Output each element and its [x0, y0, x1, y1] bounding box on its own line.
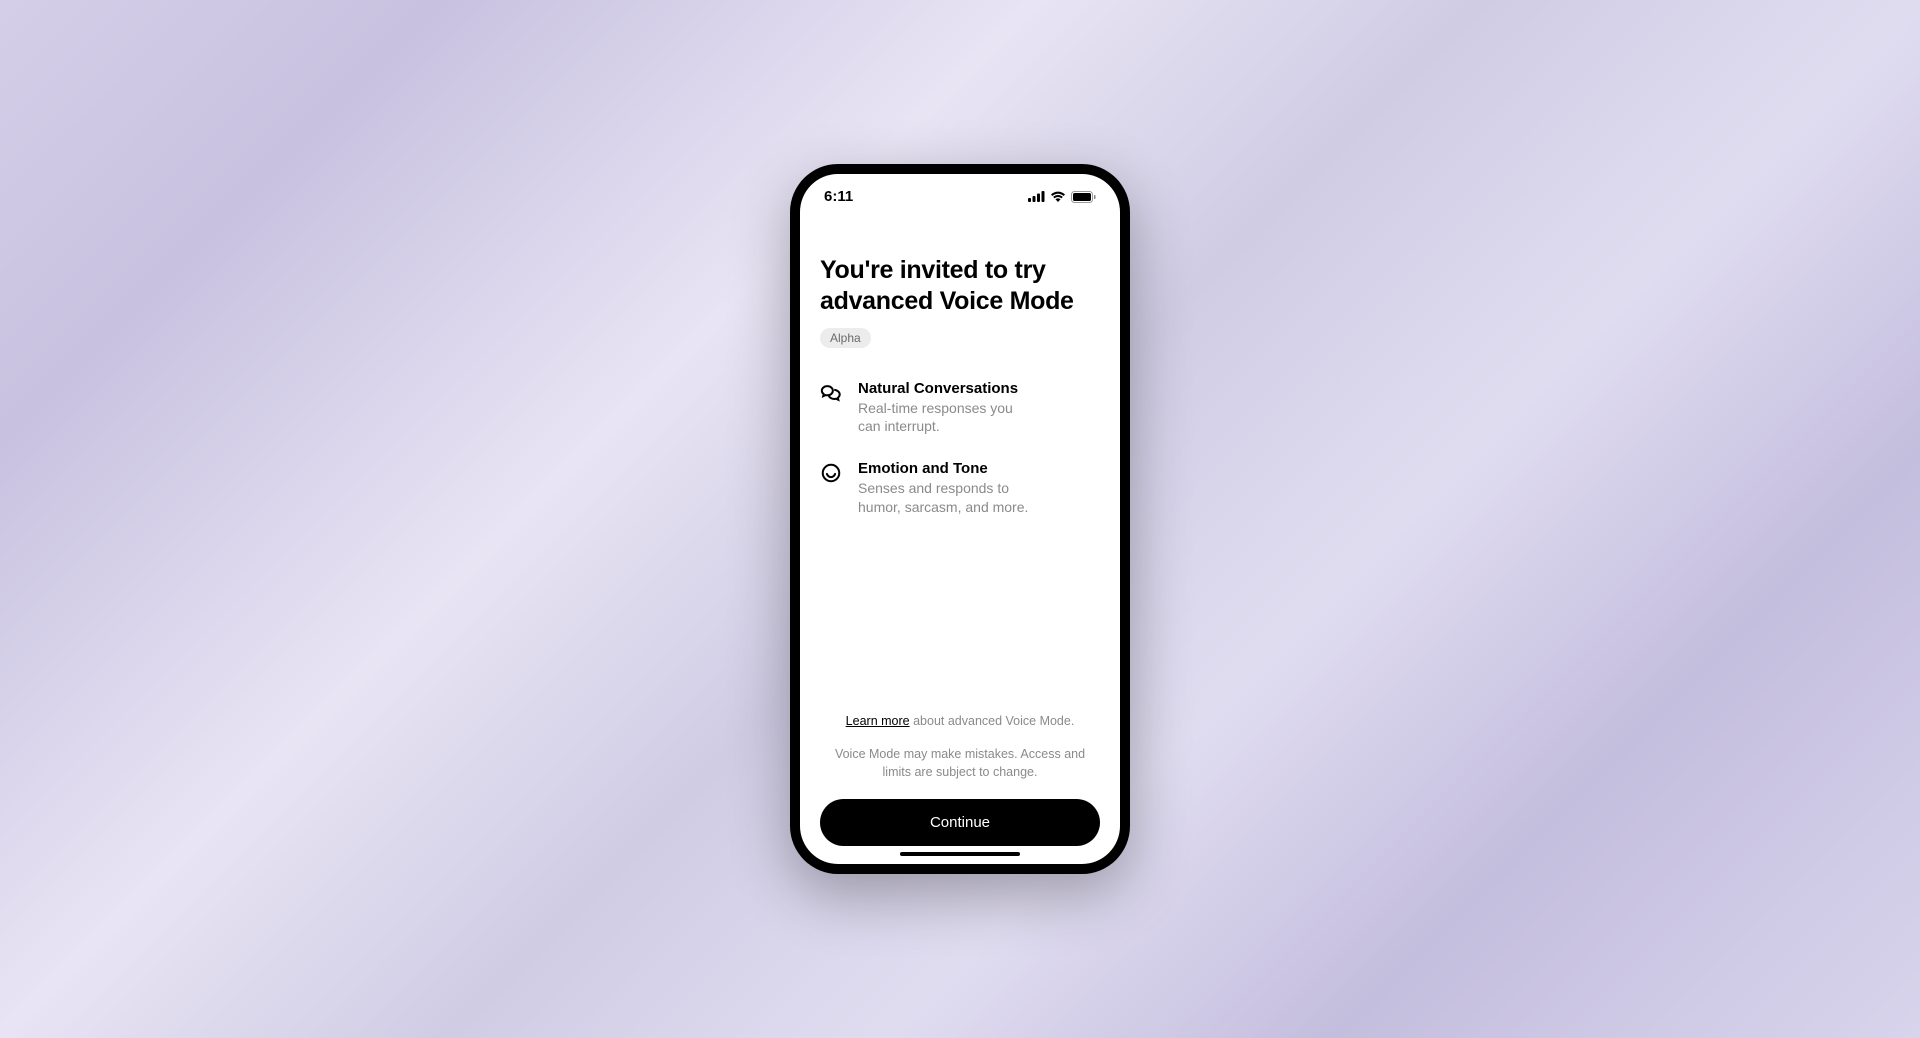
- learn-more-suffix: about advanced Voice Mode.: [910, 714, 1075, 728]
- feature-title: Natural Conversations: [858, 380, 1100, 397]
- bottom-section: Learn more about advanced Voice Mode. Vo…: [800, 714, 1120, 864]
- learn-more-line: Learn more about advanced Voice Mode.: [820, 714, 1100, 728]
- battery-icon: [1071, 191, 1096, 203]
- phone-frame: 6:11: [790, 164, 1130, 874]
- feature-text: Natural Conversations Real-time response…: [858, 380, 1100, 437]
- home-indicator[interactable]: [900, 852, 1020, 856]
- feature-description: Senses and responds to humor, sarcasm, a…: [858, 479, 1038, 517]
- feature-natural-conversations: Natural Conversations Real-time response…: [820, 380, 1100, 437]
- page-title: You're invited to try advanced Voice Mod…: [820, 255, 1100, 318]
- alpha-badge: Alpha: [820, 328, 871, 348]
- status-bar: 6:11: [800, 174, 1120, 213]
- cellular-signal-icon: [1028, 191, 1045, 202]
- feature-emotion-tone: Emotion and Tone Senses and responds to …: [820, 460, 1100, 517]
- status-time: 6:11: [824, 188, 853, 205]
- continue-button[interactable]: Continue: [820, 799, 1100, 846]
- phone-screen: 6:11: [800, 174, 1120, 864]
- feature-title: Emotion and Tone: [858, 460, 1100, 477]
- wifi-icon: [1050, 191, 1066, 202]
- disclaimer-text: Voice Mode may make mistakes. Access and…: [820, 746, 1100, 781]
- learn-more-link[interactable]: Learn more: [846, 714, 910, 728]
- chat-bubbles-icon: [820, 382, 842, 404]
- feature-description: Real-time responses you can interrupt.: [858, 399, 1038, 437]
- smile-icon: [820, 462, 842, 484]
- status-indicators: [1028, 191, 1096, 203]
- content-area: You're invited to try advanced Voice Mod…: [800, 213, 1120, 714]
- feature-list: Natural Conversations Real-time response…: [820, 380, 1100, 518]
- feature-text: Emotion and Tone Senses and responds to …: [858, 460, 1100, 517]
